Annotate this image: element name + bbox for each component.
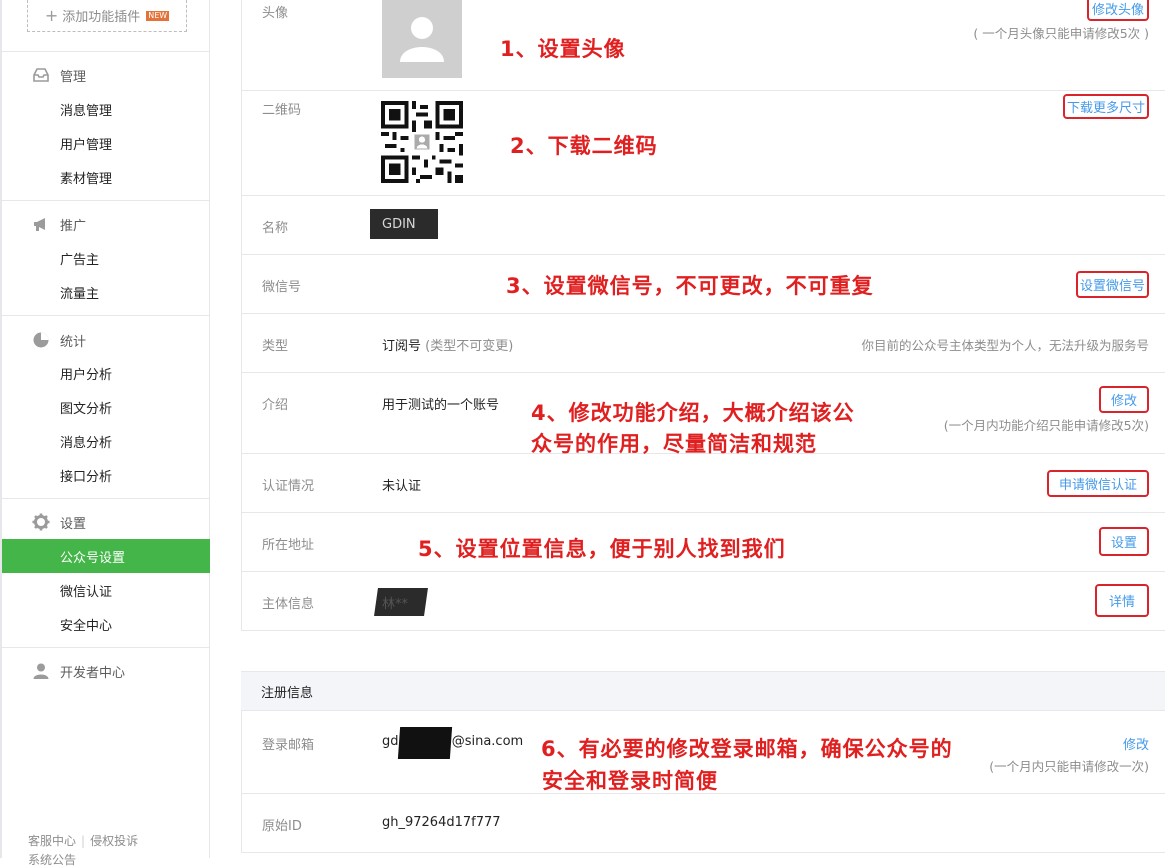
plus-icon: + — [44, 6, 59, 25]
account-name: GDIN — [382, 217, 416, 232]
sidebar-divider — [2, 51, 210, 52]
edit-intro-button[interactable]: 修改 — [1098, 386, 1149, 413]
entity-row: 主体信息 林** 详情 — [241, 572, 1165, 631]
add-plugin-button[interactable]: + 添加功能插件 NEW — [27, 0, 187, 32]
type-upgrade-note: 你目前的公众号主体类型为个人，无法升级为服务号 — [861, 338, 1149, 353]
registration-section-header: 注册信息 — [241, 671, 1165, 711]
annotation-intro-line1: 4、修改功能介绍，大概介绍该公 — [531, 401, 855, 425]
sidebar-item-materials[interactable]: 素材管理 — [2, 160, 210, 194]
location-label: 所在地址 — [262, 538, 315, 553]
download-sizes-button[interactable]: 下载更多尺寸 — [1062, 94, 1149, 119]
sidebar-footer: 客服中心 | 侵权投诉 — [28, 834, 139, 848]
sidebar-item-message-analysis[interactable]: 消息分析 — [2, 424, 210, 458]
pie-chart-icon — [33, 332, 49, 348]
annotation-location: 5、设置位置信息，便于别人找到我们 — [418, 537, 786, 561]
wechat-id-label: 微信号 — [262, 280, 302, 295]
avatar-note: ( 一个月头像只能申请修改5次 ) — [973, 26, 1149, 41]
sidebar-group-label: 设置 — [60, 516, 87, 532]
name-label: 名称 — [262, 221, 289, 236]
annotation-email-line1: 6、有必要的修改登录邮箱，确保公众号的 — [541, 737, 953, 761]
email-label: 登录邮箱 — [262, 738, 315, 753]
sidebar-item-account-settings[interactable]: 公众号设置 — [2, 539, 210, 573]
sidebar-group-promotion: 推广 — [32, 212, 86, 236]
verification-status: 未认证 — [382, 479, 422, 494]
original-id-label: 原始ID — [262, 819, 302, 834]
account-type: 订阅号 (类型不可变更) — [382, 335, 513, 354]
sidebar-group-label: 统计 — [60, 334, 87, 350]
intro-note: (一个月内功能介绍只能申请修改5次) — [943, 418, 1149, 433]
intro-text: 用于测试的一个账号 — [382, 398, 500, 413]
sidebar-group-label: 管理 — [60, 69, 87, 85]
sidebar-divider — [2, 200, 210, 201]
verification-row: 认证情况 未认证 申请微信认证 — [241, 454, 1165, 513]
entity-name: 林** — [382, 597, 409, 612]
email-row: 登录邮箱 gdin12345@sina.com 6、有必要的修改登录邮箱，确保公… — [241, 711, 1165, 794]
default-avatar-icon — [400, 17, 444, 62]
gear-icon — [32, 513, 50, 531]
change-avatar-button[interactable]: 修改头像 — [1086, 0, 1149, 21]
qrcode-image[interactable] — [381, 101, 463, 183]
customer-service-link[interactable]: 客服中心 — [28, 834, 76, 848]
sidebar-item-api-analysis[interactable]: 接口分析 — [2, 458, 210, 492]
entity-details-button[interactable]: 详情 — [1094, 584, 1149, 617]
intro-row: 介绍 用于测试的一个账号 4、修改功能介绍，大概介绍该公 众号的作用，尽量简洁和… — [241, 373, 1165, 456]
account-type-note: (类型不可变更) — [425, 339, 514, 354]
sidebar-item-developer-center[interactable]: 开发者中心 — [32, 659, 125, 683]
original-id-row: 原始ID gh_97264d17f777 — [241, 794, 1165, 853]
apply-verification-button[interactable]: 申请微信认证 — [1046, 470, 1149, 497]
user-icon — [33, 663, 49, 679]
edit-email-button[interactable]: 修改 — [1123, 734, 1149, 753]
original-id: gh_97264d17f777 — [382, 815, 501, 830]
annotation-email-line2: 安全和登录时简便 — [542, 769, 718, 793]
avatar-label: 头像 — [262, 6, 289, 21]
sidebar-divider — [2, 315, 210, 316]
location-row: 所在地址 5、设置位置信息，便于别人找到我们 设置 — [241, 513, 1165, 572]
annotation-avatar: 1、设置头像 — [500, 37, 626, 61]
sidebar-group-label: 开发者中心 — [60, 665, 126, 681]
qrcode-row: 二维码 下载更多尺寸 2、下载二维码 — [241, 91, 1165, 196]
sidebar-group-label: 推广 — [60, 218, 87, 234]
intro-label: 介绍 — [262, 398, 289, 413]
sidebar-item-article-analysis[interactable]: 图文分析 — [2, 390, 210, 424]
set-wechat-id-button[interactable]: 设置微信号 — [1075, 271, 1149, 298]
sidebar-item-security-center[interactable]: 安全中心 — [2, 607, 210, 641]
inbox-icon — [33, 68, 49, 82]
sidebar-group-stats: 统计 — [32, 328, 86, 352]
sidebar-item-advertiser[interactable]: 广告主 — [2, 241, 210, 275]
sidebar-group-settings: 设置 — [32, 510, 86, 534]
sidebar-divider — [2, 647, 210, 648]
sidebar-group-manage: 管理 — [32, 63, 86, 87]
email-redaction — [397, 727, 453, 759]
system-announcement-link[interactable]: 系统公告 — [28, 851, 76, 868]
sidebar-item-messages[interactable]: 消息管理 — [2, 92, 210, 126]
sidebar-item-user-analysis[interactable]: 用户分析 — [2, 356, 210, 390]
infringement-complaint-link[interactable]: 侵权投诉 — [90, 834, 138, 848]
verification-label: 认证情况 — [262, 479, 315, 494]
sidebar-divider — [2, 498, 210, 499]
name-row: 名称 GDIN — [241, 196, 1165, 255]
annotation-wechat-id: 3、设置微信号，不可更改，不可重复 — [506, 274, 874, 298]
sidebar-item-users[interactable]: 用户管理 — [2, 126, 210, 160]
megaphone-icon — [34, 218, 45, 231]
sidebar-item-publisher[interactable]: 流量主 — [2, 275, 210, 309]
type-label: 类型 — [262, 339, 289, 354]
add-plugin-label: 添加功能插件 — [62, 10, 141, 25]
wechat-id-row: 微信号 3、设置微信号，不可更改，不可重复 设置微信号 — [241, 255, 1165, 314]
entity-label: 主体信息 — [262, 597, 315, 612]
qrcode-label: 二维码 — [262, 103, 302, 118]
sidebar-item-wechat-verification[interactable]: 微信认证 — [2, 573, 210, 607]
annotation-qrcode: 2、下载二维码 — [510, 134, 658, 158]
avatar-row: 头像 修改头像 ( 一个月头像只能申请修改5次 ) 1、设置头像 — [241, 0, 1165, 91]
set-location-button[interactable]: 设置 — [1098, 527, 1149, 556]
avatar — [382, 0, 462, 78]
account-type-value: 订阅号 — [382, 339, 422, 354]
sidebar: + 添加功能插件 NEW 管理 消息管理 用户管理 素材管理 推广 广告主 流量… — [0, 0, 210, 867]
email-note: (一个月内只能申请修改一次) — [989, 759, 1149, 774]
type-row: 类型 订阅号 (类型不可变更) 你目前的公众号主体类型为个人，无法升级为服务号 — [241, 314, 1165, 373]
new-badge: NEW — [146, 10, 170, 21]
